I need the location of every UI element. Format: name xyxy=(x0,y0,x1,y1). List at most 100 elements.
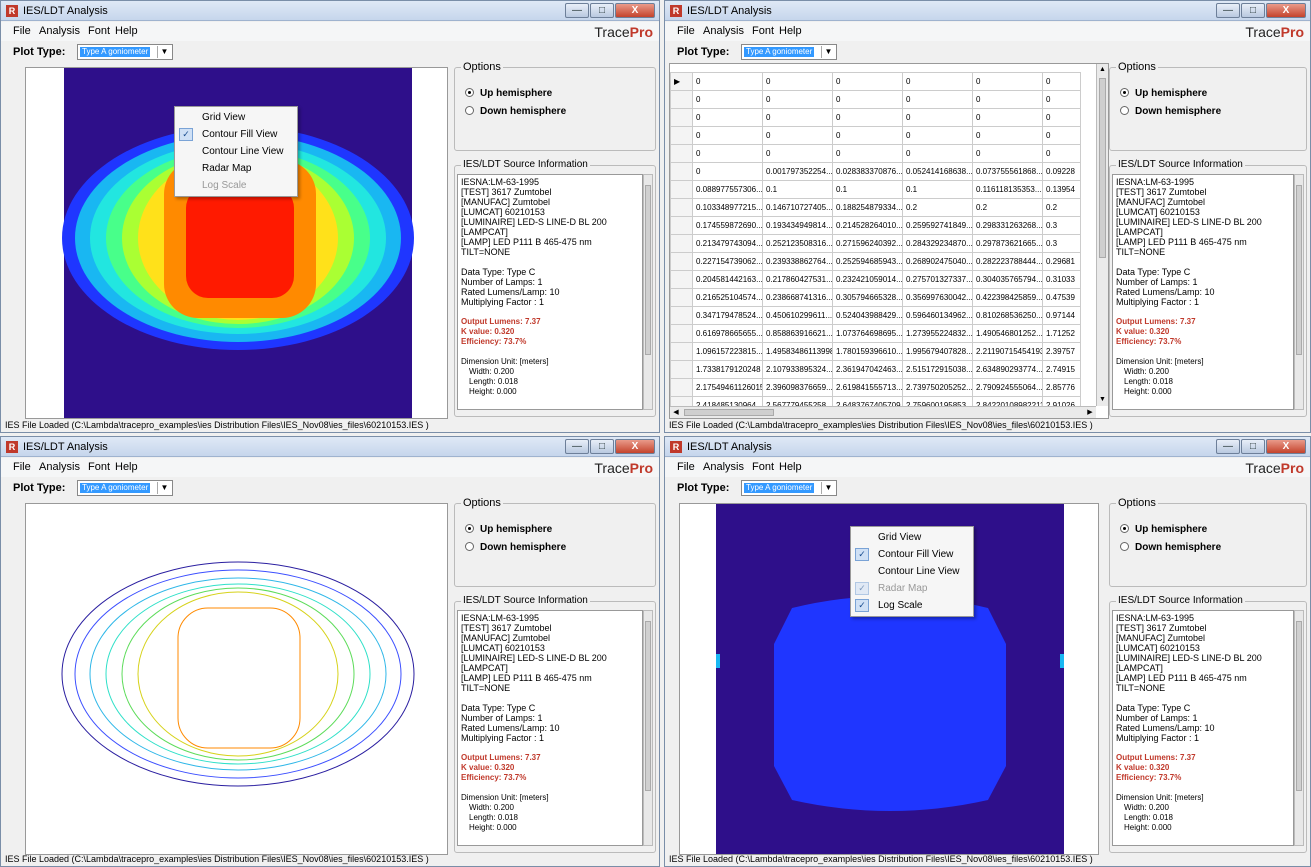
table-cell[interactable]: 0.214528264010... xyxy=(832,216,903,235)
table-cell[interactable]: 0 xyxy=(972,144,1043,163)
table-cell[interactable]: 0.356997630042... xyxy=(902,288,973,307)
table-cell[interactable]: 0.29681 xyxy=(1042,252,1081,271)
table-row[interactable]: 0 0.001797352254... 0.028383370876... 0.052… xyxy=(670,162,1081,181)
table-row[interactable]: 1.7338179120248 2.107933895324... 2.361947… xyxy=(670,360,1081,379)
row-header[interactable] xyxy=(670,108,693,127)
menu-log-scale[interactable]: ✓ Log Scale xyxy=(851,597,973,614)
table-row[interactable]: 1.096157223815... 1.49583486113998 1.78015… xyxy=(670,342,1081,361)
radio-up-hemisphere[interactable]: Up hemisphere xyxy=(1120,88,1207,99)
table-cell[interactable]: 0 xyxy=(692,144,763,163)
chevron-down-icon[interactable]: ▼ xyxy=(821,482,835,494)
table-cell[interactable]: 0 xyxy=(692,72,763,91)
table-row[interactable]: 000000 xyxy=(670,108,1081,127)
menu-font[interactable]: Font xyxy=(88,25,110,37)
scroll-thumb[interactable] xyxy=(684,409,774,416)
table-cell[interactable]: 0.073755561868... xyxy=(972,162,1043,181)
row-header[interactable] xyxy=(670,378,693,397)
scroll-thumb[interactable] xyxy=(1099,78,1106,258)
table-cell[interactable]: 0 xyxy=(972,90,1043,109)
scroll-right-icon[interactable]: ▶ xyxy=(1084,407,1096,418)
row-header[interactable]: ▶ xyxy=(670,72,693,91)
radio-down-hemisphere[interactable]: Down hemisphere xyxy=(465,542,566,553)
table-row[interactable]: ▶ 0 0 0 0 0 0 xyxy=(670,72,1081,91)
table-cell[interactable]: 0.252594685943... xyxy=(832,252,903,271)
table-cell[interactable]: 0.297873621665... xyxy=(972,234,1043,253)
table-cell[interactable]: 0.298331263268... xyxy=(972,216,1043,235)
table-cell[interactable]: 0 xyxy=(692,126,763,145)
table-cell[interactable]: 0.2 xyxy=(972,198,1043,217)
row-header[interactable] xyxy=(670,306,693,325)
table-cell[interactable]: 0 xyxy=(902,126,973,145)
table-cell[interactable]: 0.47539 xyxy=(1042,288,1081,307)
table-cell[interactable]: 0.174559872690... xyxy=(692,216,763,235)
table-cell[interactable]: 0 xyxy=(762,108,833,127)
radio-down-hemisphere[interactable]: Down hemisphere xyxy=(465,106,566,117)
plot-type-select[interactable]: Type A goniometer ▼ xyxy=(77,44,173,60)
maximize-button[interactable]: □ xyxy=(590,3,614,18)
chevron-down-icon[interactable]: ▼ xyxy=(821,46,835,58)
table-cell[interactable]: 0 xyxy=(902,72,973,91)
table-cell[interactable]: 0 xyxy=(1042,72,1081,91)
source-info-text[interactable]: IESNA:LM-63-1995 [TEST] 3617 Zumtobel [M… xyxy=(1112,610,1294,846)
row-header[interactable] xyxy=(670,288,693,307)
minimize-button[interactable]: — xyxy=(565,439,589,454)
source-info-text[interactable]: IESNA:LM-63-1995 [TEST] 3617 Zumtobel [M… xyxy=(457,610,643,846)
menu-contour-fill-view[interactable]: ✓ Contour Fill View xyxy=(175,126,297,143)
radio-up-hemisphere[interactable]: Up hemisphere xyxy=(465,88,552,99)
plot-type-select[interactable]: Type A goniometer ▼ xyxy=(741,480,837,496)
plot-type-select[interactable]: Type A goniometer ▼ xyxy=(77,480,173,496)
table-cell[interactable]: 0.088977557306... xyxy=(692,180,763,199)
menu-help[interactable]: Help xyxy=(779,25,802,37)
scroll-thumb[interactable] xyxy=(1296,185,1302,355)
grid-horizontal-scrollbar[interactable]: ◀ ▶ xyxy=(670,406,1096,418)
table-cell[interactable]: 0.146710727405... xyxy=(762,198,833,217)
table-cell[interactable]: 1.780159396610... xyxy=(832,342,903,361)
table-cell[interactable]: 0.97144 xyxy=(1042,306,1081,325)
table-cell[interactable]: 0.09228 xyxy=(1042,162,1081,181)
table-cell[interactable]: 0.810268536250... xyxy=(972,306,1043,325)
radio-down-hemisphere[interactable]: Down hemisphere xyxy=(1120,106,1221,117)
row-header[interactable] xyxy=(670,252,693,271)
row-header[interactable] xyxy=(670,342,693,361)
table-cell[interactable]: 2.396098376659... xyxy=(762,378,833,397)
table-cell[interactable]: 0.204581442163... xyxy=(692,270,763,289)
table-cell[interactable]: 0 xyxy=(762,144,833,163)
table-cell[interactable]: 0.1 xyxy=(902,180,973,199)
table-cell[interactable]: 0.238668741316... xyxy=(762,288,833,307)
maximize-button[interactable]: □ xyxy=(1241,439,1265,454)
scroll-down-icon[interactable]: ▼ xyxy=(1097,394,1108,406)
table-cell[interactable]: 0 xyxy=(762,126,833,145)
table-cell[interactable]: 0.284329234870... xyxy=(902,234,973,253)
table-cell[interactable]: 2.21190715454193 xyxy=(972,342,1043,361)
table-row[interactable]: 000000 xyxy=(670,90,1081,109)
menu-font[interactable]: Font xyxy=(88,461,110,473)
table-cell[interactable]: 2.634890293774... xyxy=(972,360,1043,379)
table-cell[interactable]: 0 xyxy=(902,90,973,109)
row-header[interactable] xyxy=(670,144,693,163)
table-cell[interactable]: 1.073764698695... xyxy=(832,324,903,343)
table-cell[interactable]: 0.282223788444... xyxy=(972,252,1043,271)
table-row[interactable]: 0.088977557306... 0.1 0.1 0.1 0.116118135353… xyxy=(670,180,1081,199)
menu-help[interactable]: Help xyxy=(115,461,138,473)
row-header[interactable] xyxy=(670,198,693,217)
table-cell[interactable]: 0.2 xyxy=(1042,198,1081,217)
table-cell[interactable]: 0 xyxy=(972,108,1043,127)
radio-down-hemisphere[interactable]: Down hemisphere xyxy=(1120,542,1221,553)
table-row[interactable]: 2.17549461126015 2.396098376659... 2.61984… xyxy=(670,378,1081,397)
scroll-left-icon[interactable]: ◀ xyxy=(670,407,682,418)
table-cell[interactable]: 0.3 xyxy=(1042,234,1081,253)
table-cell[interactable]: 2.107933895324... xyxy=(762,360,833,379)
row-header[interactable] xyxy=(670,126,693,145)
table-cell[interactable]: 2.515172915038... xyxy=(902,360,973,379)
row-header[interactable] xyxy=(670,270,693,289)
title-bar[interactable]: R IES/LDT Analysis — □ X xyxy=(1,437,659,457)
table-cell[interactable]: 0.227154739062... xyxy=(692,252,763,271)
table-cell[interactable]: 0 xyxy=(692,90,763,109)
data-grid[interactable]: ▶ 0 0 0 0 0 0 0 0 0 0 0 0 0 0 0 0 0 0 0 0 0 0 0 0 0 0 0 0 0 0 0 0.001797… xyxy=(669,63,1109,419)
menu-analysis[interactable]: Analysis xyxy=(39,25,80,37)
table-cell[interactable]: 0.188254879334... xyxy=(832,198,903,217)
menu-font[interactable]: Font xyxy=(752,461,774,473)
maximize-button[interactable]: □ xyxy=(1241,3,1265,18)
menu-analysis[interactable]: Analysis xyxy=(39,461,80,473)
plot-panel[interactable] xyxy=(25,503,448,855)
